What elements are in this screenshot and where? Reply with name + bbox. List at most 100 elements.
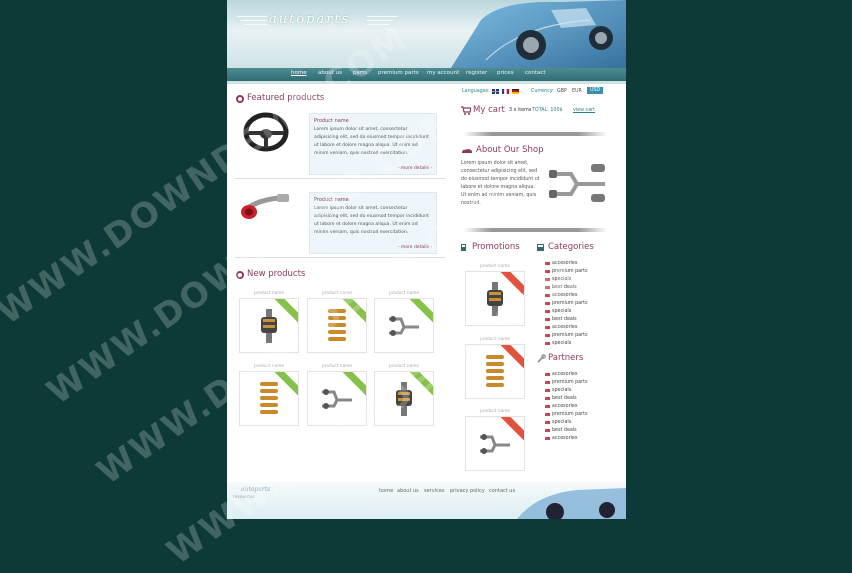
category-link[interactable]: premium parts [545, 268, 587, 276]
divider [235, 178, 445, 179]
new-product-thumb[interactable] [239, 298, 299, 353]
thumb-caption: product name [388, 364, 420, 369]
featured-product-card: Product name Lorem ipsum dolor sit amet,… [309, 113, 437, 175]
partner-link[interactable]: best deals [545, 395, 587, 403]
flag-germany-icon[interactable] [512, 89, 519, 94]
category-link[interactable]: best deals [545, 284, 587, 292]
nav-about-us[interactable]: about us [318, 70, 342, 76]
partner-link[interactable]: accesories [545, 403, 587, 411]
currency-gbp[interactable]: GBP [557, 89, 567, 94]
partner-link[interactable]: accesories [545, 435, 587, 443]
thumb-caption: product name [479, 409, 511, 414]
header-car-image [451, 0, 626, 68]
new-product-thumb[interactable] [239, 371, 299, 426]
new-product-thumb[interactable] [374, 371, 434, 426]
promo-product-thumb[interactable] [465, 344, 525, 399]
nav-home[interactable]: home [291, 70, 307, 76]
partner-link[interactable]: specials [545, 419, 587, 427]
footer-link-privacy[interactable]: privacy policy [450, 488, 485, 494]
category-link[interactable]: accesories [545, 292, 587, 300]
partners-title: Partners [548, 353, 584, 363]
nav-divider [227, 81, 626, 84]
currency-usd[interactable]: USD [587, 87, 604, 94]
more-details-link[interactable]: - more details - [398, 245, 432, 250]
main-nav: home about us parts premium parts my acc… [227, 68, 626, 81]
product-name-link[interactable]: Product name [314, 118, 349, 124]
category-link[interactable]: specials [545, 308, 587, 316]
fuel-icon [461, 244, 466, 251]
coilover-icon [487, 282, 503, 316]
nav-register[interactable]: register [466, 70, 487, 76]
thumb-caption: product name [253, 291, 285, 296]
nav-prices[interactable]: prices [497, 70, 514, 76]
nav-parts[interactable]: parts [353, 70, 367, 76]
thumb-caption: product name [321, 291, 353, 296]
cart-items: 3 x items [509, 108, 532, 113]
site-header: autoparts [227, 0, 626, 68]
cart-total: TOTAL: 100$ [532, 108, 563, 113]
category-link[interactable]: premium parts [545, 300, 587, 308]
new-product-thumb[interactable] [374, 298, 434, 353]
exhaust-icon [480, 434, 510, 454]
partners-list: accesories premium parts specials best d… [545, 371, 587, 443]
coilover-icon [261, 309, 277, 343]
category-link[interactable]: specials [545, 340, 587, 348]
partner-link[interactable]: accesories [545, 371, 587, 379]
featured-icon [236, 95, 244, 103]
exhaust-system-image [549, 164, 605, 202]
categories-icon [537, 244, 544, 251]
nav-premium-parts[interactable]: premium parts [378, 70, 419, 76]
flag-france-icon[interactable] [502, 89, 509, 94]
wrench-icon [537, 354, 546, 363]
product-description: Lorem ipsum dolor sit amet, consectetur … [314, 206, 429, 235]
steering-wheel-icon[interactable] [243, 112, 289, 152]
cart-title: My cart [473, 105, 505, 115]
more-details-link[interactable]: - more details - [398, 166, 432, 171]
promo-product-thumb[interactable] [465, 271, 525, 326]
intake-filter-icon[interactable] [239, 190, 293, 224]
product-description: Lorem ipsum dolor sit amet, consectetur … [314, 127, 429, 156]
product-name-link[interactable]: Product name [314, 197, 349, 203]
footer-link-home[interactable]: home [379, 488, 393, 494]
category-link[interactable]: accesories [545, 260, 587, 268]
nav-contact[interactable]: contact [525, 70, 546, 76]
flag-uk-icon[interactable] [492, 89, 499, 94]
new-product-thumb[interactable] [307, 371, 367, 426]
footer-logo[interactable]: autoparts [241, 486, 270, 493]
partner-link[interactable]: specials [545, 387, 587, 395]
thumb-caption: product name [253, 364, 285, 369]
category-link[interactable]: best deals [545, 316, 587, 324]
partner-link[interactable]: premium parts [545, 379, 587, 387]
footer-subtext: resources [233, 495, 255, 500]
new-products-title: New products [247, 269, 306, 279]
exhaust-icon [389, 316, 419, 336]
category-link[interactable]: accesories [545, 324, 587, 332]
new-products-icon [236, 271, 244, 279]
site-logo[interactable]: autoparts [237, 10, 407, 32]
site-footer: autoparts resources home about us servic… [227, 482, 626, 519]
thumb-caption: product name [388, 291, 420, 296]
thumb-caption: product name [479, 264, 511, 269]
divider [463, 228, 607, 232]
currency-label: Currency: [531, 89, 554, 94]
partner-link[interactable]: premium parts [545, 411, 587, 419]
divider [463, 132, 607, 136]
view-cart-link[interactable]: view cart [573, 108, 595, 113]
about-text: Lorem ipsum dolor sit amet, consectetur … [461, 161, 540, 206]
footer-link-about[interactable]: about us [397, 488, 419, 494]
new-product-thumb[interactable] [307, 298, 367, 353]
car-icon [462, 149, 472, 153]
nav-my-account[interactable]: my account [427, 70, 459, 76]
divider [235, 257, 445, 258]
spring-icon [328, 309, 346, 341]
featured-product-card: Product name Lorem ipsum dolor sit amet,… [309, 192, 437, 254]
category-link[interactable]: specials [545, 276, 587, 284]
promo-product-thumb[interactable] [465, 416, 525, 471]
category-link[interactable]: premium parts [545, 332, 587, 340]
footer-car-image [517, 488, 626, 519]
categories-title: Categories [548, 242, 594, 252]
currency-eur[interactable]: EUR [572, 89, 582, 94]
footer-link-services[interactable]: services [424, 488, 445, 494]
website-page: autoparts home about us parts premium pa… [227, 0, 626, 519]
partner-link[interactable]: best deals [545, 427, 587, 435]
